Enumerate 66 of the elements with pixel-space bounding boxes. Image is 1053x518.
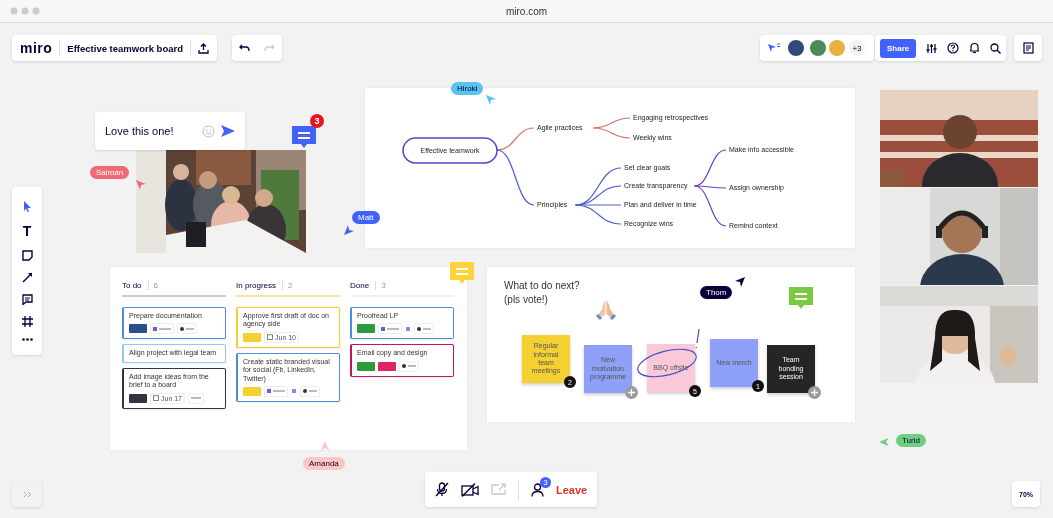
help-icon[interactable]: [947, 42, 960, 54]
cursor-label: Hiroki: [451, 82, 484, 95]
participants-count: 3: [540, 476, 551, 488]
board-title[interactable]: Effective teamwork board: [67, 42, 183, 54]
cursor-label: Turid: [896, 434, 926, 447]
comment-icon[interactable]: [21, 294, 33, 306]
add-icon[interactable]: [808, 386, 821, 399]
cursor-icon: [735, 277, 745, 287]
cursor-icon: [486, 95, 496, 105]
comment-marker-icon[interactable]: [448, 260, 476, 286]
calendar-icon: [267, 334, 273, 341]
cursor-icon: [344, 225, 354, 235]
sticky-note-icon[interactable]: [21, 249, 33, 261]
assignee-chip: [177, 323, 197, 335]
link-icon: [291, 388, 297, 395]
cursor-label: Amanda: [303, 457, 345, 470]
microphone-icon[interactable]: [435, 482, 449, 497]
more-icon[interactable]: [21, 338, 33, 342]
search-icon[interactable]: [990, 42, 1002, 54]
notification-badge: 3: [310, 114, 324, 128]
logo[interactable]: miro: [20, 40, 53, 56]
connector-line: [592, 127, 631, 139]
ticket-chip: [150, 323, 174, 335]
cursor-label: Thom: [700, 286, 733, 299]
upload-icon[interactable]: [197, 42, 209, 54]
column-title: To do: [122, 281, 142, 290]
comment-marker-icon[interactable]: [787, 285, 815, 311]
column-count: 2: [282, 281, 293, 290]
assignee-chip: [399, 360, 419, 372]
comment-text: Love this one!: [105, 125, 174, 137]
ticket-chip: [264, 385, 288, 397]
link-icon: [405, 325, 411, 332]
more-collaborators[interactable]: +3: [848, 39, 866, 57]
leave-button[interactable]: Leave: [556, 483, 588, 496]
send-icon[interactable]: [221, 125, 235, 137]
label-chip: [188, 392, 205, 404]
text-tool[interactable]: T: [22, 222, 32, 239]
camera-icon[interactable]: [461, 482, 479, 497]
cursor-label: Salman: [90, 166, 130, 179]
calendar-icon: [153, 395, 159, 402]
cursor-label: Matt: [352, 211, 380, 224]
cursor-icon[interactable]: [768, 43, 780, 53]
avatar[interactable]: [810, 40, 826, 56]
frame-heading: What to do next?: [504, 279, 580, 293]
share-button[interactable]: Share: [880, 38, 917, 58]
cursor-icon: [136, 180, 146, 190]
select-tool-icon[interactable]: [22, 200, 32, 212]
ticket-chip: [378, 323, 402, 335]
address-bar[interactable]: miro.com: [505, 5, 548, 17]
sliders-icon[interactable]: [926, 42, 938, 54]
column-count: 6: [147, 281, 159, 290]
column-count: 3: [375, 281, 386, 290]
assignee-chip: [414, 323, 434, 335]
column-title: Done: [350, 281, 370, 290]
comment-marker-icon[interactable]: [290, 124, 318, 150]
praying-hands-icon: [595, 299, 617, 320]
frame-heading: (pls vote!): [504, 293, 549, 307]
pen-icon[interactable]: [21, 272, 33, 283]
column-title: In progress: [236, 281, 277, 290]
frame-icon[interactable]: [21, 316, 33, 328]
participants-icon[interactable]: [531, 482, 544, 497]
undo-icon[interactable]: [239, 44, 250, 52]
avatar[interactable]: [788, 40, 804, 56]
notes-icon[interactable]: [1022, 42, 1034, 54]
bell-icon[interactable]: [969, 42, 981, 54]
assignee-chip: [300, 385, 320, 397]
